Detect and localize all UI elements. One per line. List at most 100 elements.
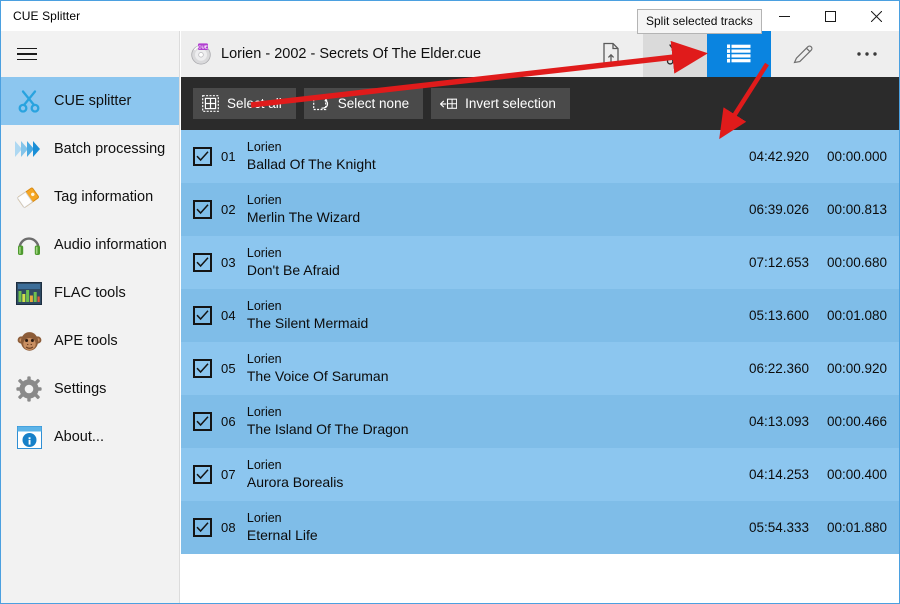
table-row[interactable]: 03 Lorien Don't Be Afraid 07:12.653 00:0… <box>181 236 899 289</box>
track-duration: 05:13.600 <box>748 308 809 323</box>
track-checkbox[interactable] <box>193 147 212 166</box>
hamburger-icon <box>17 44 37 65</box>
track-offset: 00:01.080 <box>826 308 887 323</box>
track-checkbox[interactable] <box>193 253 212 272</box>
cue-disc-icon: CUE <box>190 43 212 65</box>
minimize-button[interactable] <box>761 1 807 31</box>
sidebar-item-label: APE tools <box>54 333 118 349</box>
track-title: The Voice Of Saruman <box>246 368 389 384</box>
sidebar-item-label: Audio information <box>54 237 167 253</box>
table-row[interactable]: 06 Lorien The Island Of The Dragon 04:13… <box>181 395 899 448</box>
split-tracks-button[interactable] <box>643 31 707 77</box>
track-checkbox[interactable] <box>193 465 212 484</box>
gear-icon <box>14 374 44 404</box>
sidebar-item-settings[interactable]: Settings <box>1 365 179 413</box>
track-duration: 04:42.920 <box>748 149 809 164</box>
select-none-button[interactable]: Select none <box>303 88 424 119</box>
table-row[interactable]: 08 Lorien Eternal Life 05:54.333 00:01.8… <box>181 501 899 554</box>
sidebar-item-label: Tag information <box>54 189 154 205</box>
track-artist: Lorien <box>246 352 282 366</box>
track-meta: Lorien Aurora Borealis <box>247 458 735 491</box>
track-title: The Island Of The Dragon <box>246 421 409 437</box>
track-offset: 00:00.680 <box>826 255 887 270</box>
track-meta: Lorien Ballad Of The Knight <box>247 140 735 173</box>
table-row[interactable]: 02 Lorien Merlin The Wizard 06:39.026 00… <box>181 183 899 236</box>
select-all-label: Select all <box>227 96 282 111</box>
track-number: 02 <box>221 202 236 217</box>
sidebar-item-label: Settings <box>54 381 107 397</box>
sidebar-item-about[interactable]: About... <box>1 413 179 461</box>
track-duration: 07:12.653 <box>748 255 809 270</box>
headphones-icon <box>14 230 44 260</box>
table-row[interactable]: 05 Lorien The Voice Of Saruman 06:22.360… <box>181 342 899 395</box>
table-row[interactable]: 01 Lorien Ballad Of The Knight 04:42.920… <box>181 130 899 183</box>
track-artist: Lorien <box>246 458 282 472</box>
track-artist: Lorien <box>246 511 282 525</box>
cue-file-name: Lorien - 2002 - Secrets Of The Elder.cue <box>221 46 482 62</box>
track-title: Eternal Life <box>246 527 318 543</box>
track-checkbox[interactable] <box>193 359 212 378</box>
track-artist: Lorien <box>246 193 282 207</box>
close-button[interactable] <box>853 1 899 31</box>
sidebar-item-tag-information[interactable]: Tag information <box>1 173 179 221</box>
track-artist: Lorien <box>246 140 282 154</box>
equalizer-icon <box>14 278 44 308</box>
info-icon <box>14 422 44 452</box>
track-meta: Lorien The Island Of The Dragon <box>247 405 735 438</box>
track-duration: 04:14.253 <box>748 467 809 482</box>
track-offset: 00:00.813 <box>826 202 887 217</box>
select-none-icon <box>312 95 330 112</box>
track-number: 04 <box>221 308 236 323</box>
invert-selection-button[interactable]: Invert selection <box>431 88 570 119</box>
table-row[interactable]: 04 Lorien The Silent Mermaid 05:13.600 0… <box>181 289 899 342</box>
maximize-button[interactable] <box>807 1 853 31</box>
track-offset: 00:00.400 <box>826 467 887 482</box>
monkey-icon <box>14 326 44 356</box>
sidebar-item-label: CUE splitter <box>54 93 132 109</box>
hamburger-menu-button[interactable] <box>1 31 180 77</box>
track-checkbox[interactable] <box>193 306 212 325</box>
content-area: CUE Lorien - 2002 - Secrets Of The Elder… <box>181 9 899 603</box>
table-row[interactable]: 07 Lorien Aurora Borealis 04:14.253 00:0… <box>181 448 899 501</box>
track-list-button[interactable] <box>707 31 771 77</box>
track-checkbox[interactable] <box>193 412 212 431</box>
load-cue-button[interactable] <box>579 31 643 77</box>
track-list[interactable]: 01 Lorien Ballad Of The Knight 04:42.920… <box>181 130 899 603</box>
track-title: Merlin The Wizard <box>246 209 361 225</box>
track-title: The Silent Mermaid <box>246 315 369 331</box>
sidebar-nav-list: CUE splitter Batch processing Tag inform… <box>1 77 179 461</box>
track-number: 05 <box>221 361 236 376</box>
track-duration: 06:22.360 <box>748 361 809 376</box>
title-bar: CUE Splitter <box>1 1 899 31</box>
selection-toolbar: Select all Select none Invert selection <box>181 77 899 130</box>
more-button[interactable] <box>835 31 899 77</box>
invert-selection-label: Invert selection <box>465 96 556 111</box>
sidebar-item-cue-splitter[interactable]: CUE splitter <box>1 77 179 125</box>
sidebar-item-ape-tools[interactable]: APE tools <box>1 317 179 365</box>
svg-text:CUE: CUE <box>198 44 208 49</box>
scissors-icon <box>14 86 44 116</box>
track-number: 01 <box>221 149 236 164</box>
cue-file-bar: CUE Lorien - 2002 - Secrets Of The Elder… <box>181 9 899 77</box>
sidebar-item-flac-tools[interactable]: FLAC tools <box>1 269 179 317</box>
track-title: Aurora Borealis <box>246 474 344 490</box>
track-meta: Lorien Eternal Life <box>247 511 735 544</box>
sidebar: CUE splitter Batch processing Tag inform… <box>1 31 180 603</box>
track-number: 03 <box>221 255 236 270</box>
edit-button[interactable] <box>771 31 835 77</box>
sidebar-item-audio-information[interactable]: Audio information <box>1 221 179 269</box>
track-artist: Lorien <box>246 246 282 260</box>
window-controls <box>761 1 899 31</box>
track-duration: 04:13.093 <box>748 414 809 429</box>
track-offset: 00:00.000 <box>826 149 887 164</box>
select-all-button[interactable]: Select all <box>193 88 296 119</box>
track-checkbox[interactable] <box>193 518 212 537</box>
sidebar-item-label: Batch processing <box>54 141 166 157</box>
track-offset: 00:01.880 <box>826 520 887 535</box>
track-meta: Lorien Merlin The Wizard <box>247 193 735 226</box>
sidebar-item-batch-processing[interactable]: Batch processing <box>1 125 179 173</box>
track-checkbox[interactable] <box>193 200 212 219</box>
fast-forward-icon <box>14 134 44 164</box>
tag-icon <box>14 182 44 212</box>
app-window: CUE Splitter CUE splitter Batch processi… <box>0 0 900 604</box>
